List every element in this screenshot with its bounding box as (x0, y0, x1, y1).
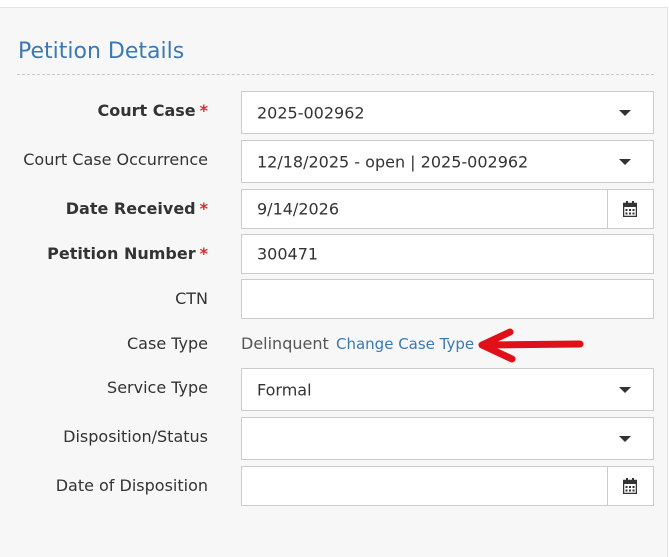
chevron-down-icon (619, 435, 631, 442)
date-received-value: 9/14/2026 (257, 199, 340, 219)
date-of-disposition-input[interactable] (241, 466, 654, 506)
case-type-value: Delinquent (241, 334, 329, 353)
required-marker: * (199, 101, 208, 120)
date-of-disposition-label: Date of Disposition (55, 476, 208, 495)
ctn-label: CTN (175, 289, 208, 308)
service-type-select[interactable]: Formal (241, 368, 654, 411)
section-title: Petition Details (18, 39, 185, 64)
date-received-label: Date Received * (65, 199, 208, 218)
court-case-label: Court Case * (97, 101, 208, 120)
chevron-down-icon (619, 109, 631, 116)
required-marker: * (199, 244, 208, 263)
service-type-value: Formal (257, 380, 312, 399)
calendar-icon (623, 478, 637, 494)
date-of-disposition-calendar-button[interactable] (607, 467, 653, 505)
required-marker: * (199, 199, 208, 218)
petition-number-value: 300471 (257, 244, 319, 264)
disposition-label: Disposition/Status (63, 427, 208, 446)
service-type-label: Service Type (107, 378, 208, 397)
occurrence-value: 12/18/2025 - open | 2025-002962 (257, 152, 529, 171)
court-case-select[interactable]: 2025-002962 (241, 91, 654, 134)
occurrence-select[interactable]: 12/18/2025 - open | 2025-002962 (241, 140, 654, 183)
date-received-input[interactable]: 9/14/2026 (241, 189, 654, 229)
date-received-calendar-button[interactable] (607, 190, 653, 228)
red-arrow-icon (478, 328, 584, 363)
title-divider (17, 74, 654, 75)
petition-number-input[interactable]: 300471 (241, 234, 654, 274)
chevron-down-icon (619, 386, 631, 393)
disposition-select[interactable] (241, 417, 654, 460)
case-type-label: Case Type (127, 334, 208, 353)
chevron-down-icon (619, 158, 631, 165)
change-case-type-link[interactable]: Change Case Type (336, 335, 474, 353)
court-case-value: 2025-002962 (257, 103, 365, 122)
ctn-input[interactable] (241, 279, 654, 319)
calendar-icon (623, 201, 637, 217)
occurrence-label: Court Case Occurrence (23, 150, 208, 169)
petition-number-label: Petition Number * (47, 244, 208, 263)
